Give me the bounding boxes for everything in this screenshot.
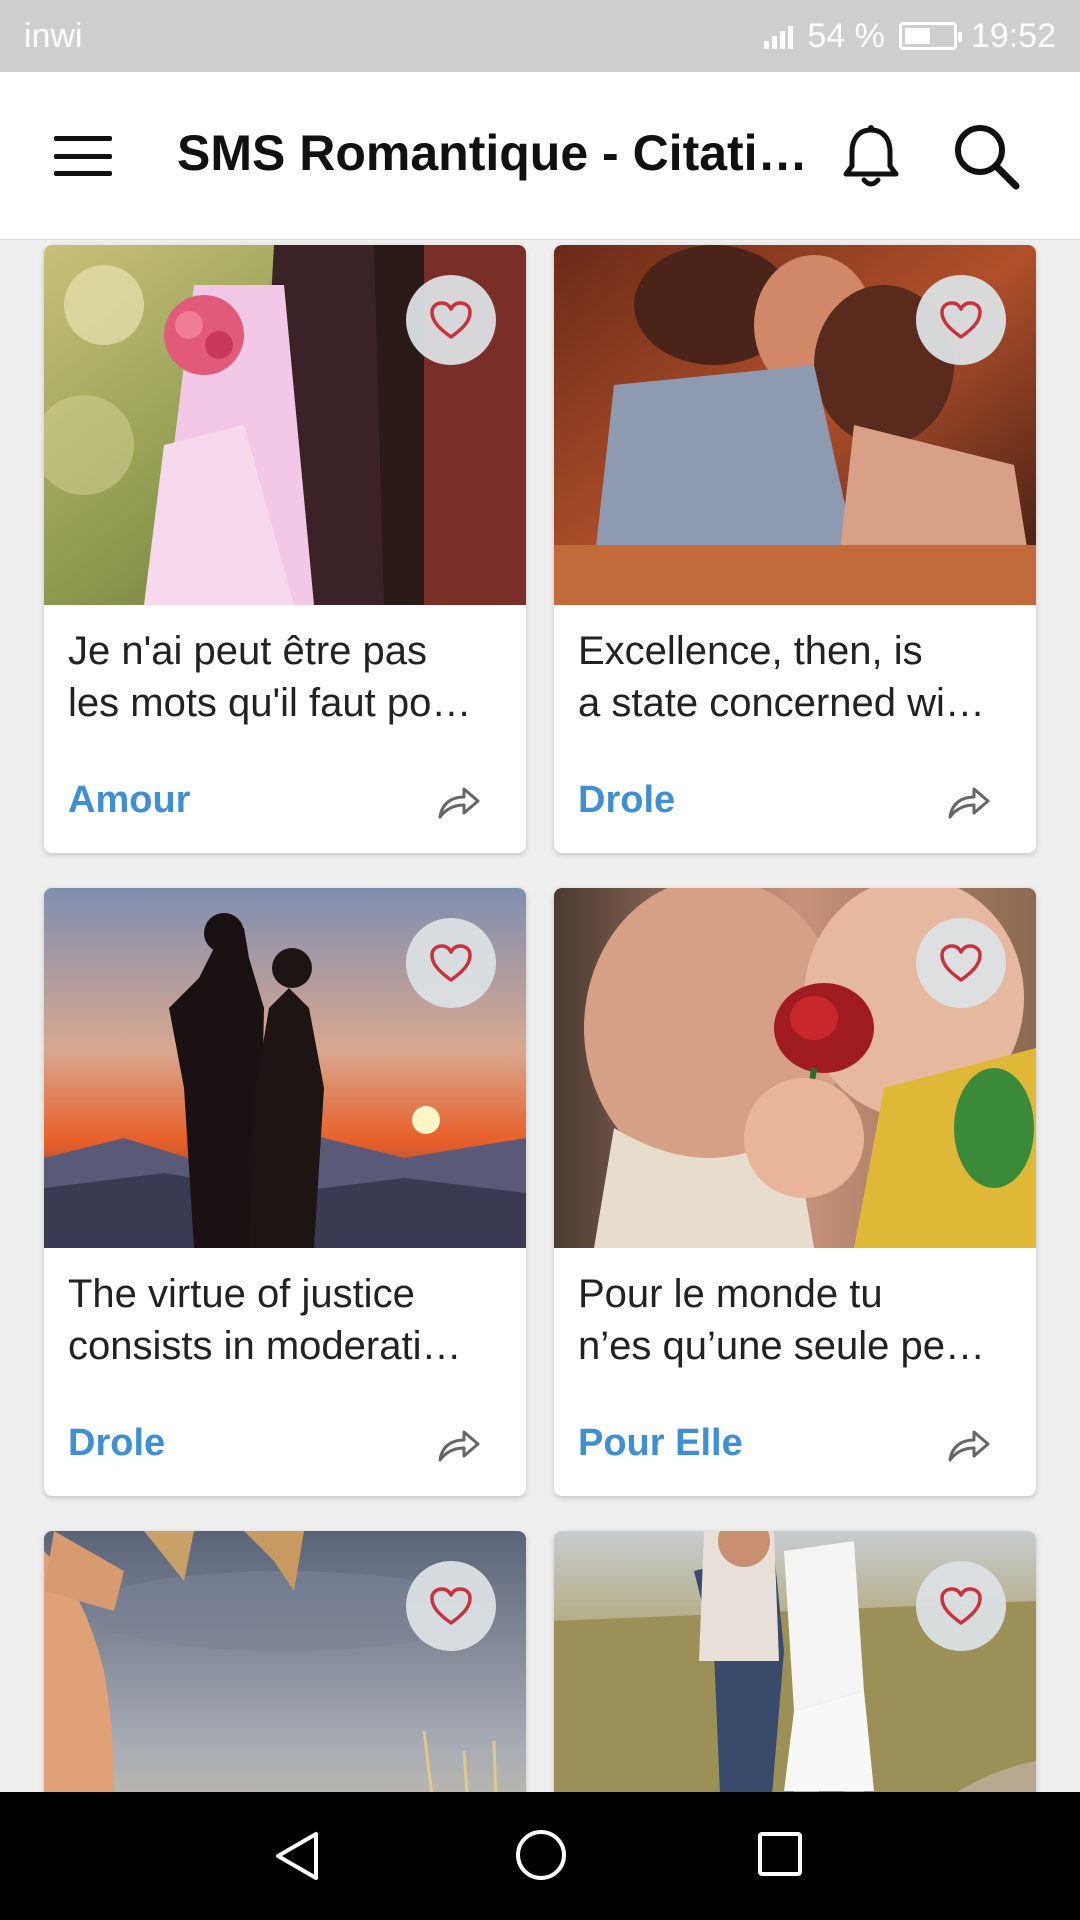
heart-outline-icon — [940, 1587, 982, 1625]
share-arrow-icon[interactable] — [944, 1420, 992, 1468]
bell-icon[interactable] — [836, 122, 906, 192]
battery-percent: 54 % — [807, 16, 885, 55]
square-recent-icon[interactable] — [756, 1830, 804, 1878]
battery-icon — [898, 22, 962, 50]
status-right: 54 % 19:52 — [764, 17, 1056, 56]
quote-line: Pour le monde tu — [578, 1272, 883, 1316]
heart-outline-icon — [430, 1587, 472, 1625]
app-bar: SMS Romantique - Citati… — [0, 72, 1080, 240]
circle-home-icon[interactable] — [514, 1828, 568, 1882]
heart-outline-icon — [430, 301, 472, 339]
quote-line: a state concerned wi… — [578, 681, 985, 725]
quote-line: The virtue of justice — [68, 1272, 415, 1316]
quote-card[interactable]: The virtue of justice consists in modera… — [44, 888, 526, 1496]
card-footer: Drole — [44, 1384, 526, 1496]
card-footer: Amour — [44, 741, 526, 853]
quote-card[interactable]: Je n'ai peut être pas les mots qu'il fau… — [44, 245, 526, 853]
heart-outline-icon — [940, 944, 982, 982]
search-icon[interactable] — [950, 120, 1022, 192]
triangle-back-icon[interactable] — [270, 1828, 326, 1884]
quote-text: Pour le monde tu n’es qu’une seule pe… — [554, 1248, 1036, 1384]
category-link[interactable]: Drole — [578, 779, 675, 822]
card-photo — [44, 888, 526, 1248]
card-photo — [554, 1531, 1036, 1792]
quote-text: Je n'ai peut être pas les mots qu'il fau… — [44, 605, 526, 741]
favorite-button[interactable] — [406, 275, 496, 365]
category-link[interactable]: Drole — [68, 1422, 165, 1465]
quote-line: n’es qu’une seule pe… — [578, 1324, 985, 1368]
quote-card[interactable]: Excellence, then, is a state concerned w… — [554, 245, 1036, 853]
favorite-button[interactable] — [916, 275, 1006, 365]
menu-icon[interactable] — [54, 136, 112, 176]
quote-line: consists in moderati… — [68, 1324, 462, 1368]
card-photo — [44, 245, 526, 605]
category-link[interactable]: Amour — [68, 779, 190, 822]
quote-line: Je n'ai peut être pas — [68, 629, 427, 673]
heart-outline-icon — [430, 944, 472, 982]
favorite-button[interactable] — [916, 918, 1006, 1008]
card-footer: Drole — [554, 741, 1036, 853]
signal-icon — [764, 23, 794, 49]
card-photo — [44, 1531, 526, 1792]
quote-card[interactable]: Pour le monde tu n’es qu’une seule pe… P… — [554, 888, 1036, 1496]
heart-outline-icon — [940, 301, 982, 339]
share-arrow-icon[interactable] — [434, 777, 482, 825]
favorite-button[interactable] — [916, 1561, 1006, 1651]
quotes-feed[interactable]: Je n'ai peut être pas les mots qu'il fau… — [0, 240, 1080, 1792]
clock: 19:52 — [970, 16, 1056, 55]
quote-line: les mots qu'il faut po… — [68, 681, 472, 725]
category-link[interactable]: Pour Elle — [578, 1422, 743, 1465]
system-navigation-bar — [0, 1792, 1080, 1920]
card-photo — [554, 245, 1036, 605]
quote-text: The virtue of justice consists in modera… — [44, 1248, 526, 1384]
quote-line: Excellence, then, is — [578, 629, 923, 673]
carrier-name: inwi — [24, 16, 83, 55]
card-photo — [554, 888, 1036, 1248]
quote-card[interactable] — [44, 1531, 526, 1792]
share-arrow-icon[interactable] — [944, 777, 992, 825]
card-footer: Pour Elle — [554, 1384, 1036, 1496]
status-bar: inwi 54 % 19:52 — [0, 0, 1080, 72]
favorite-button[interactable] — [406, 1561, 496, 1651]
quote-card[interactable] — [554, 1531, 1036, 1792]
favorite-button[interactable] — [406, 918, 496, 1008]
app-title: SMS Romantique - Citati… — [177, 125, 808, 181]
quote-text: Excellence, then, is a state concerned w… — [554, 605, 1036, 741]
share-arrow-icon[interactable] — [434, 1420, 482, 1468]
